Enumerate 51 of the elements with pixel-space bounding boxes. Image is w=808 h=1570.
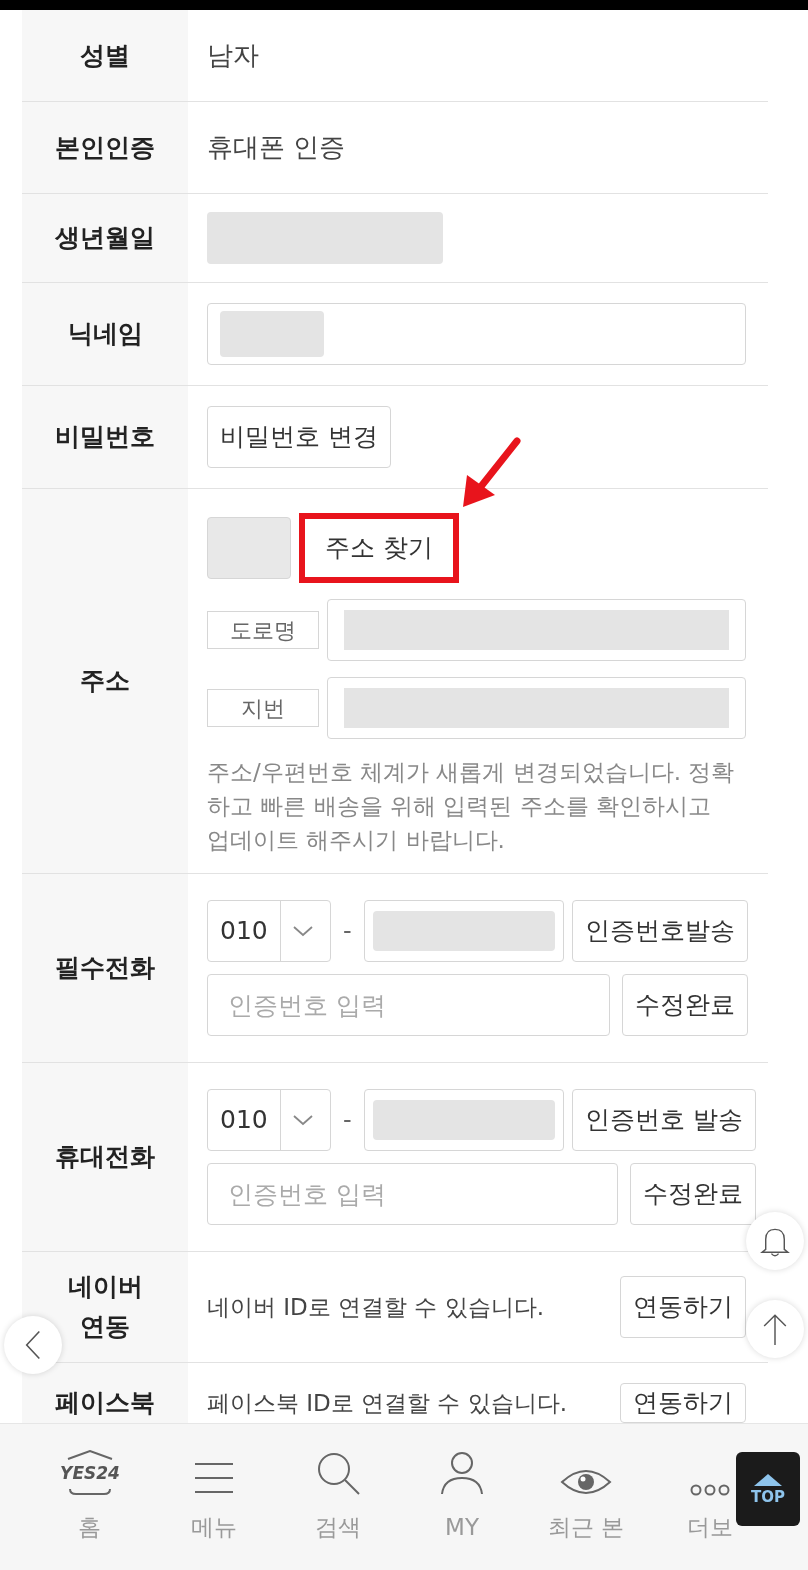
area-code-select[interactable]: 010 xyxy=(207,1089,331,1151)
address-notice: 주소/우편번호 체계가 새롭게 변경되었습니다. 정확하고 빠른 배송을 위해 입력된 주소를 확인하시고 업데이트 해주시기 바랍니다. xyxy=(207,758,736,855)
address-search-button[interactable]: 주소 찾기 xyxy=(299,513,459,583)
triangle-up-icon xyxy=(754,1473,782,1486)
area-code: 010 xyxy=(219,1104,269,1137)
back-button[interactable] xyxy=(4,1316,62,1374)
nickname-field[interactable] xyxy=(207,303,746,365)
row-label: 네이버 연동 xyxy=(66,1271,144,1343)
connect-button[interactable]: 연동하기 xyxy=(620,1276,746,1338)
link-description: 네이버 ID로 연결할 수 있습니다. xyxy=(207,1292,546,1322)
phone-number-field[interactable] xyxy=(363,1089,564,1151)
user-icon xyxy=(440,1449,484,1496)
code-field[interactable]: 인증번호 입력 xyxy=(207,974,610,1036)
send-code-button[interactable]: 인증번호발송 xyxy=(571,900,748,962)
field-value: 남자 xyxy=(207,39,259,72)
change-password-button[interactable]: 비밀번호 변경 xyxy=(207,406,391,468)
arrow-up-icon xyxy=(762,1313,788,1345)
link-description: 페이스북 ID로 연결할 수 있습니다. xyxy=(207,1388,569,1418)
notification-button[interactable] xyxy=(746,1212,804,1270)
dash: - xyxy=(342,1105,353,1136)
row-label: 필수전화 xyxy=(55,952,155,984)
postcode-field[interactable] xyxy=(207,517,291,579)
more-icon xyxy=(690,1483,730,1496)
row-label: 닉네임 xyxy=(66,318,144,350)
dash: - xyxy=(342,916,353,947)
address-field[interactable] xyxy=(327,599,746,661)
address-field[interactable] xyxy=(327,677,746,739)
code-field[interactable]: 인증번호 입력 xyxy=(207,1163,618,1225)
address-type-label: 지번 xyxy=(207,689,319,727)
row-label: 생년월일 xyxy=(55,222,155,254)
row-label: 휴대전화 xyxy=(55,1141,155,1173)
field-value: 휴대폰 인증 xyxy=(207,131,346,164)
area-code-select[interactable]: 010 xyxy=(207,900,331,962)
send-code-button[interactable]: 인증번호 발송 xyxy=(571,1089,756,1151)
scroll-up-button[interactable] xyxy=(746,1300,804,1358)
chevron-left-icon xyxy=(25,1330,41,1360)
row-label: 성별 xyxy=(79,39,131,72)
arrow-icon xyxy=(461,437,523,509)
address-type-label: 도로명 xyxy=(207,611,319,649)
row-label: 페이스북 xyxy=(55,1387,155,1419)
area-code: 010 xyxy=(219,915,269,948)
eye-icon xyxy=(560,1467,612,1496)
confirm-button[interactable]: 수정완료 xyxy=(629,1163,756,1225)
row-label: 주소 xyxy=(79,665,131,697)
phone-number-field[interactable] xyxy=(363,900,564,962)
top-button[interactable]: TOP xyxy=(736,1452,800,1526)
row-label: 본인인증 xyxy=(55,131,155,164)
nav-item[interactable]: YES24 홈 xyxy=(60,1444,120,1544)
row-label: 비밀번호 xyxy=(55,421,155,453)
confirm-button[interactable]: 수정완료 xyxy=(621,974,748,1036)
connect-button[interactable]: 연동하기 xyxy=(620,1383,746,1423)
